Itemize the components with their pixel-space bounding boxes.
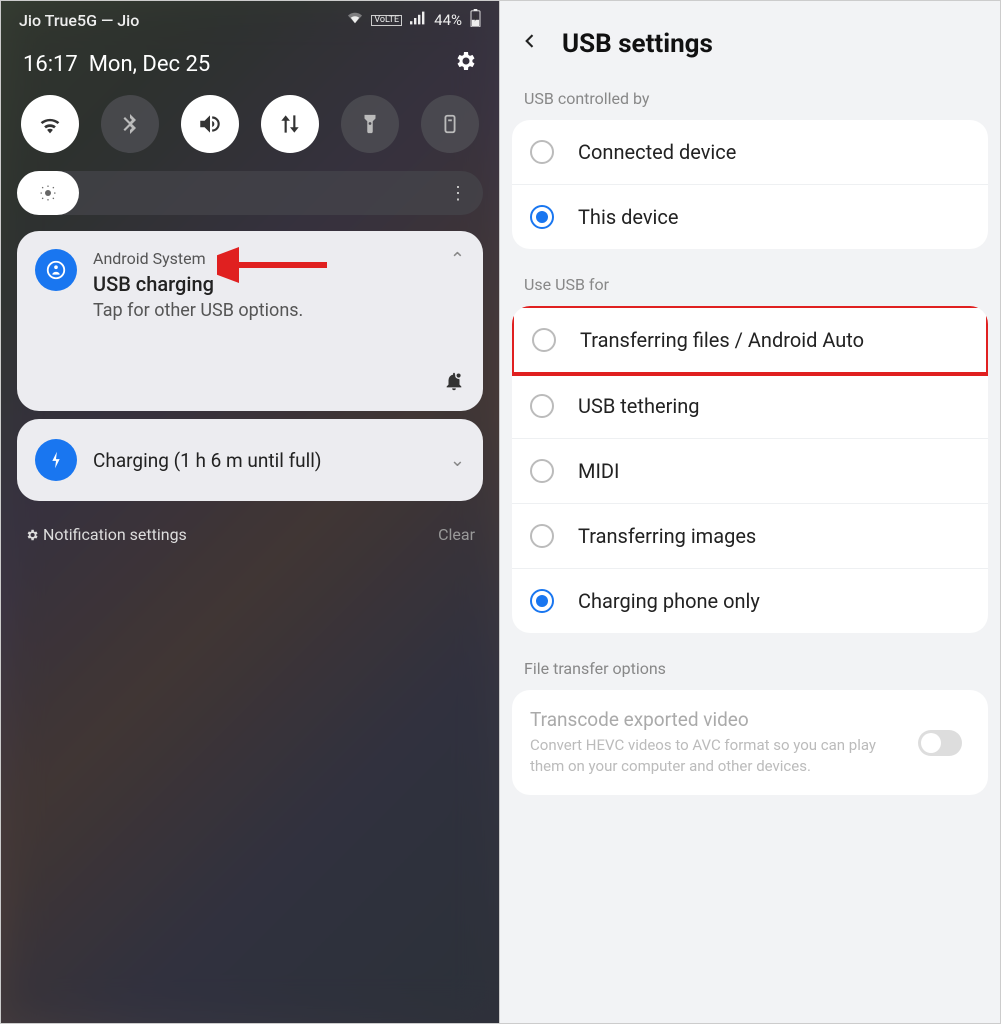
radio-icon [530, 524, 554, 548]
section-use-usb-for: Use USB for [500, 265, 1000, 300]
qs-wifi-button[interactable] [21, 95, 79, 153]
notification-charging[interactable]: Charging (1 h 6 m until full) ⌄ [17, 419, 483, 501]
radio-charging-only[interactable]: Charging phone only [512, 569, 988, 633]
radio-label: Charging phone only [578, 589, 970, 613]
qs-rotation-button[interactable] [421, 95, 479, 153]
expand-chevron-icon[interactable]: ⌄ [450, 450, 465, 471]
back-button[interactable] [520, 31, 540, 57]
notification-shade-screenshot: Jio True5G — Jio VoLTE 44% 16:17 Mon, De… [0, 0, 500, 1024]
radio-label: Transferring images [578, 524, 970, 548]
radio-this-device[interactable]: This device [512, 185, 988, 249]
radio-label: MIDI [578, 459, 970, 483]
radio-midi[interactable]: MIDI [512, 439, 988, 504]
transcode-toggle[interactable] [918, 730, 962, 756]
radio-transferring-images[interactable]: Transferring images [512, 504, 988, 569]
radio-icon [530, 589, 554, 613]
charging-title: Charging (1 h 6 m until full) [93, 449, 434, 472]
qs-data-button[interactable] [261, 95, 319, 153]
radio-icon [530, 459, 554, 483]
brightness-slider[interactable]: ⋮ [17, 171, 483, 215]
radio-icon [532, 328, 556, 352]
qs-bluetooth-button[interactable] [101, 95, 159, 153]
volte-icon: VoLTE [371, 15, 402, 26]
brightness-handle[interactable] [17, 171, 79, 215]
settings-gear-icon[interactable] [453, 49, 477, 79]
battery-icon [470, 9, 481, 31]
quick-settings-row [1, 89, 499, 167]
notification-settings-link[interactable]: Notification settings [25, 525, 187, 544]
radio-icon [530, 394, 554, 418]
transcode-description: Convert HEVC videos to AVC format so you… [530, 735, 970, 777]
annotation-arrow [217, 245, 337, 285]
radio-connected-device[interactable]: Connected device [512, 120, 988, 185]
section-file-transfer: File transfer options [500, 649, 1000, 684]
radio-label: USB tethering [578, 394, 970, 418]
radio-label: This device [578, 205, 970, 229]
transcode-option: Transcode exported video Convert HEVC vi… [512, 690, 988, 795]
qs-flashlight-button[interactable] [341, 95, 399, 153]
page-title: USB settings [562, 29, 713, 59]
charging-notification-icon [35, 439, 77, 481]
notification-subtitle: Tap for other USB options. [93, 300, 434, 321]
radio-transferring-files[interactable]: Transferring files / Android Auto [512, 306, 988, 376]
transcode-title: Transcode exported video [530, 708, 970, 731]
usb-notification-icon [35, 249, 77, 291]
radio-icon [530, 140, 554, 164]
signal-icon [410, 11, 426, 29]
radio-usb-tethering[interactable]: USB tethering [512, 374, 988, 439]
section-usb-controlled: USB controlled by [500, 79, 1000, 114]
shade-datetime: 16:17 Mon, Dec 25 [23, 52, 210, 77]
wifi-status-icon [347, 11, 363, 29]
radio-icon [530, 205, 554, 229]
radio-label: Connected device [578, 140, 970, 164]
qs-sound-button[interactable] [181, 95, 239, 153]
collapse-chevron-icon[interactable]: ⌃ [450, 249, 465, 270]
usb-settings-screen: USB settings USB controlled by Connected… [500, 0, 1001, 1024]
bell-icon[interactable] [443, 370, 465, 397]
radio-label: Transferring files / Android Auto [580, 328, 968, 352]
brightness-menu-icon[interactable]: ⋮ [449, 183, 467, 204]
battery-text: 44% [434, 11, 462, 29]
carrier-text: Jio True5G — Jio [19, 11, 139, 30]
status-bar: Jio True5G — Jio VoLTE 44% [1, 1, 499, 35]
clear-button[interactable]: Clear [438, 525, 475, 544]
